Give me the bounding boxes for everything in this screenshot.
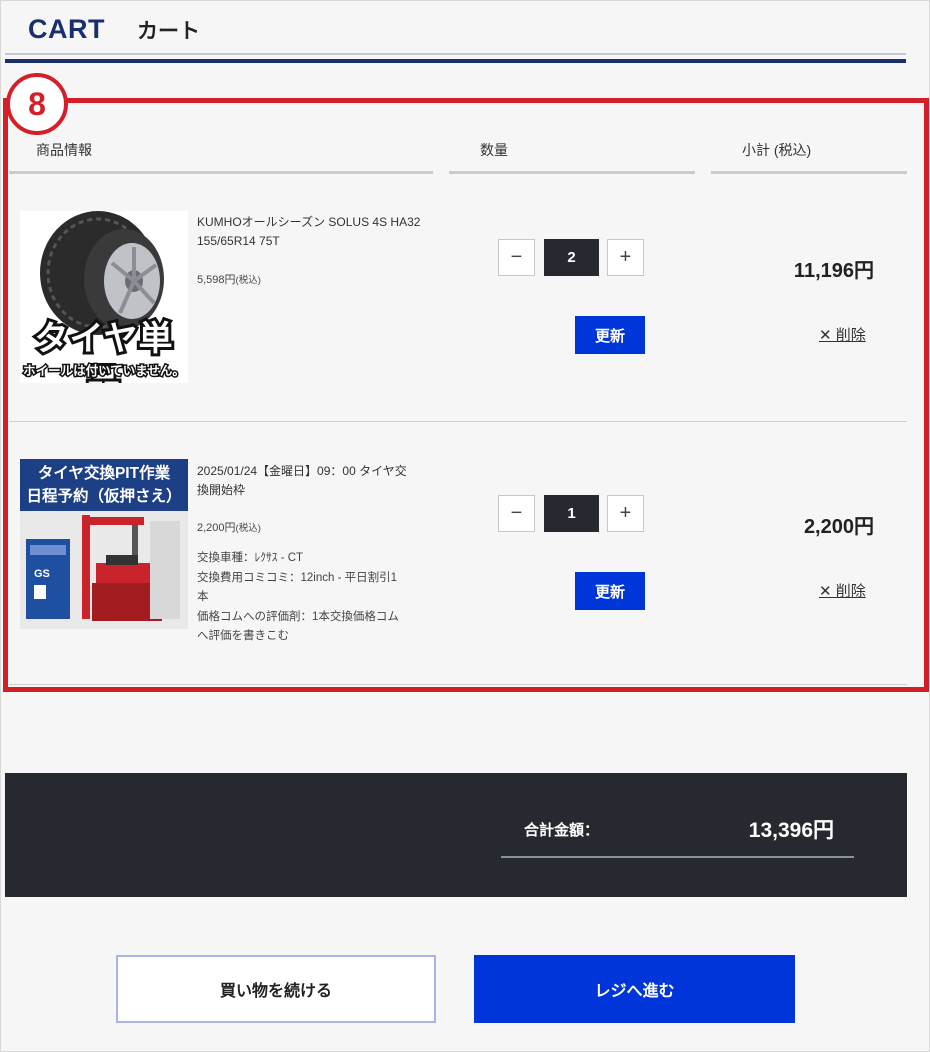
- unit-price-value: 5,598円: [197, 274, 236, 286]
- product-unit-price: 2,200円(税込): [197, 519, 261, 535]
- item-subtotal: 2,200円: [803, 516, 874, 538]
- product-name-line1: KUMHOオールシーズン SOLUS 4S HA32: [197, 215, 421, 229]
- tax-note: (税込): [235, 523, 261, 534]
- annotation-number-badge: 8: [6, 73, 68, 135]
- delete-item-link[interactable]: ✕ 削除: [819, 324, 866, 345]
- product-name-line2: 換開始枠: [197, 483, 246, 497]
- item-subtotal: 11,196円: [793, 260, 874, 282]
- option-review-cont: へ評価を書きこむ: [197, 630, 289, 642]
- column-header-product: 商品情報: [36, 142, 92, 158]
- continue-shopping-button[interactable]: 買い物を続ける: [116, 955, 436, 1023]
- option-fee-cont: 本: [197, 591, 209, 603]
- row-divider: [9, 421, 907, 422]
- update-button[interactable]: 更新: [575, 572, 645, 610]
- row-divider: [9, 684, 907, 685]
- option-fee: 交換費用コミコミ：12inch - 平日割引1: [197, 571, 398, 584]
- quantity-increase-button[interactable]: +: [607, 495, 644, 532]
- option-review: 価格コムへの評価剤：1本交換価格コム: [197, 610, 399, 623]
- pit-reservation-image[interactable]: タイヤ交換PIT作業 日程予約（仮押さえ） GS: [20, 459, 188, 629]
- quantity-value[interactable]: 2: [544, 239, 599, 276]
- delete-item-link[interactable]: ✕ 削除: [819, 580, 866, 601]
- product-name-line1: 2025/01/24【金曜日】09：00 タイヤ交: [197, 464, 407, 478]
- header-divider-thick: [5, 59, 906, 63]
- header-divider-thin: [5, 53, 906, 55]
- page-title-en: CART: [28, 14, 105, 44]
- quantity-value[interactable]: 1: [544, 495, 599, 532]
- total-underline: [501, 856, 854, 858]
- tire-product-image[interactable]: タイヤ単品 ホイールは付いていません。: [20, 211, 188, 383]
- column-underline-quantity: [449, 171, 695, 174]
- product-options: 交換車種：ﾚｸｻｽ - CT 交換費用コミコミ：12inch - 平日割引1 本…: [197, 549, 442, 647]
- page-title-jp: カート: [137, 20, 200, 43]
- column-underline-product: [9, 171, 433, 174]
- tire-changer-machine-icon: GS: [20, 511, 188, 629]
- column-underline-subtotal: [711, 171, 907, 174]
- product-name[interactable]: 2025/01/24【金曜日】09：00 タイヤ交 換開始枠: [197, 462, 407, 500]
- quantity-increase-button[interactable]: +: [607, 239, 644, 276]
- update-button[interactable]: 更新: [575, 316, 645, 354]
- tax-note: (税込): [235, 275, 261, 286]
- product-name-line2: 155/65R14 75T: [197, 234, 280, 248]
- pit-caption-line2: 日程予約（仮押さえ）: [26, 488, 182, 505]
- column-header-quantity: 数量: [480, 142, 508, 158]
- quantity-decrease-button[interactable]: −: [498, 239, 535, 276]
- total-value: 13,396円: [748, 819, 834, 842]
- quantity-decrease-button[interactable]: −: [498, 495, 535, 532]
- cart-header: CART カート: [28, 14, 200, 50]
- pit-caption-line1: タイヤ交換PIT作業: [37, 465, 171, 482]
- svg-text:GS: GS: [34, 568, 50, 580]
- unit-price-value: 2,200円: [197, 522, 236, 534]
- column-header-subtotal: 小計 (税込): [742, 142, 812, 158]
- product-name[interactable]: KUMHOオールシーズン SOLUS 4S HA32 155/65R14 75T: [197, 213, 420, 251]
- tire-thumb-subcaption: ホイールは付いていません。: [22, 363, 187, 380]
- option-vehicle: 交換車種：ﾚｸｻｽ - CT: [197, 552, 304, 564]
- checkout-button[interactable]: レジへ進む: [474, 955, 795, 1023]
- total-label: 合計金額：: [524, 822, 600, 839]
- product-unit-price: 5,598円(税込): [197, 271, 261, 287]
